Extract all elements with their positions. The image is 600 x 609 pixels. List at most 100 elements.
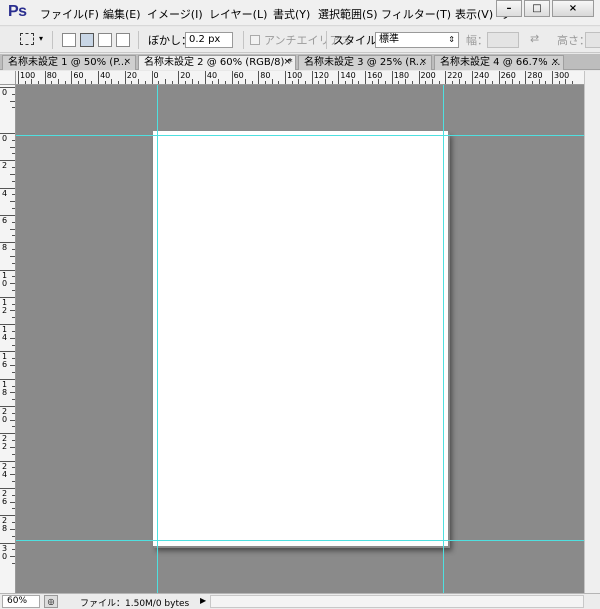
menu-edit[interactable]: 編集(E)	[103, 6, 141, 22]
ruler-label: 0	[1, 88, 8, 97]
ruler-minor-tick	[405, 79, 407, 84]
ruler-label: 260	[500, 71, 516, 80]
tab-document-2[interactable]: 名称未設定 2 @ 60% (RGB/8) * ×	[138, 55, 296, 70]
ruler-minor-tick	[10, 173, 15, 175]
ruler-minor-tick	[10, 446, 15, 448]
ruler-major-tick	[311, 71, 313, 84]
ruler-minor-tick	[251, 81, 253, 84]
menu-image[interactable]: イメージ(I)	[147, 6, 203, 22]
menu-view[interactable]: 表示(V)	[455, 6, 493, 22]
ruler-minor-tick	[10, 419, 15, 421]
ruler-minor-tick	[12, 494, 15, 496]
separator	[326, 31, 327, 49]
ruler-minor-tick	[10, 528, 15, 530]
menu-filter[interactable]: フィルター(T)	[381, 6, 451, 22]
ruler-minor-tick	[10, 501, 15, 503]
ruler-minor-tick	[12, 535, 15, 537]
ruler-minor-tick	[12, 330, 15, 332]
new-selection-icon[interactable]	[62, 33, 76, 47]
status-menu-arrow-icon[interactable]: ▶	[200, 596, 206, 605]
ruler-minor-tick	[465, 81, 467, 84]
intersect-selection-icon[interactable]	[116, 33, 130, 47]
style-select[interactable]: 標準 ⇕	[375, 32, 459, 48]
guide-vertical-right[interactable]	[443, 85, 444, 593]
ruler-minor-tick	[371, 81, 373, 84]
tab-close-icon[interactable]: ×	[551, 56, 559, 69]
canvas-pasteboard[interactable]	[16, 85, 584, 593]
ruler-label: 300	[554, 71, 570, 80]
ruler-corner[interactable]	[0, 71, 16, 85]
ruler-minor-tick	[184, 81, 186, 84]
ruler-minor-tick	[224, 81, 226, 84]
feather-input[interactable]: 0.2 px	[185, 32, 233, 48]
ruler-major-tick	[71, 71, 73, 84]
document-info-icon[interactable]: ◎	[44, 595, 58, 608]
document-info: ファイル：1.50M/0 bytes	[80, 599, 190, 609]
ruler-label: 24	[1, 461, 8, 479]
guide-horizontal-top[interactable]	[16, 135, 584, 136]
ruler-minor-tick	[12, 371, 15, 373]
vertical-scrollbar[interactable]	[584, 71, 600, 593]
horizontal-scrollbar[interactable]	[210, 595, 584, 608]
ruler-minor-tick	[10, 365, 15, 367]
ruler-minor-tick	[505, 81, 507, 84]
tab-document-4[interactable]: 名称未設定 4 @ 66.7% ... ×	[434, 55, 564, 70]
ruler-minor-tick	[425, 81, 427, 84]
ruler-minor-tick	[12, 180, 15, 182]
ruler-label: 240	[473, 71, 490, 80]
separator	[138, 31, 139, 49]
menu-file[interactable]: ファイル(F)	[40, 6, 99, 22]
ruler-minor-tick	[10, 310, 15, 312]
menu-type[interactable]: 書式(Y)	[273, 6, 310, 22]
guide-horizontal-bottom[interactable]	[16, 540, 584, 541]
ruler-label: 160	[367, 71, 383, 80]
ruler-minor-tick	[24, 81, 26, 84]
vertical-ruler[interactable]: 0024681012141618202224262830	[0, 85, 16, 593]
ruler-minor-tick	[31, 79, 33, 84]
ruler-minor-tick	[104, 81, 106, 84]
menu-layer[interactable]: レイヤー(L)	[209, 6, 267, 22]
tab-close-icon[interactable]: ×	[419, 56, 427, 69]
marquee-tool-icon[interactable]	[20, 33, 34, 45]
ruler-minor-tick	[478, 81, 480, 84]
ruler-major-tick	[98, 71, 100, 84]
ruler-major-tick	[365, 71, 367, 84]
swap-dimensions-icon[interactable]: ⇄	[530, 32, 539, 45]
ruler-minor-tick	[58, 79, 60, 84]
tab-document-3[interactable]: 名称未設定 3 @ 25% (R... ×	[298, 55, 432, 70]
zoom-field[interactable]: 60%	[2, 595, 40, 608]
close-button[interactable]: ×	[552, 0, 594, 17]
ruler-minor-tick	[144, 81, 146, 84]
subtract-from-selection-icon[interactable]	[98, 33, 112, 47]
ruler-minor-tick	[12, 249, 15, 251]
ruler-major-tick	[471, 71, 473, 84]
guide-vertical-left[interactable]	[157, 85, 158, 593]
tool-preset-dropdown-icon[interactable]: ▾	[39, 34, 43, 43]
ruler-minor-tick	[12, 467, 15, 469]
ruler-minor-tick	[10, 146, 15, 148]
ruler-major-tick	[498, 71, 500, 84]
ruler-minor-tick	[325, 79, 327, 84]
ruler-minor-tick	[298, 79, 300, 84]
ruler-label: 120	[313, 71, 329, 80]
ruler-label: 22	[1, 434, 8, 452]
tab-close-icon[interactable]: ×	[123, 56, 131, 69]
tab-document-1[interactable]: 名称未設定 1 @ 50% (P... ×	[2, 55, 136, 70]
width-input[interactable]	[487, 32, 519, 48]
maximize-button[interactable]: □	[524, 0, 550, 17]
ruler-minor-tick	[291, 81, 293, 84]
add-to-selection-icon[interactable]	[80, 33, 94, 47]
ruler-label: 28	[1, 516, 8, 534]
tab-close-icon[interactable]: ×	[283, 56, 291, 69]
antialias-checkbox[interactable]	[250, 35, 260, 45]
tab-label: 名称未設定 3 @ 25% (R...	[304, 57, 426, 68]
document-canvas[interactable]	[153, 131, 448, 546]
menu-select[interactable]: 選択範囲(S)	[318, 6, 378, 22]
style-value: 標準	[379, 34, 399, 45]
minimize-button[interactable]: –	[496, 0, 522, 17]
horizontal-ruler[interactable]: 100 80 60 40 20 0 20 40 60 80 100 120 140 160 180 200 22…	[16, 71, 584, 85]
ruler-minor-tick	[211, 81, 213, 84]
height-input[interactable]	[585, 32, 600, 48]
ruler-minor-tick	[10, 228, 15, 230]
ruler-minor-tick	[78, 81, 80, 84]
